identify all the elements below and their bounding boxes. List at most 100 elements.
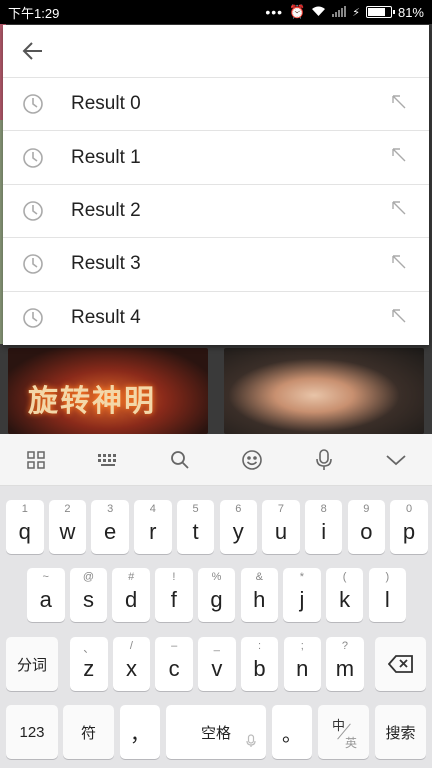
key-f[interactable]: ! f (155, 568, 193, 622)
grid-button[interactable] (12, 440, 60, 480)
battery-percent: 81% (397, 4, 424, 20)
key-n[interactable]: ; n (283, 637, 321, 691)
key-secondary-label: & (255, 571, 263, 583)
key-p[interactable]: 0p (390, 500, 428, 554)
signal-icon (332, 5, 347, 20)
result-label: Result 1 (71, 146, 141, 168)
key-main-label: k (339, 587, 351, 612)
key-secondary-label: 7 (277, 503, 284, 515)
key-i[interactable]: 8i (304, 500, 343, 554)
history-clock-icon (3, 307, 63, 329)
key-main-label: r (149, 519, 157, 544)
emoji-button[interactable] (228, 440, 276, 480)
key-main-label: z (83, 656, 95, 681)
key-main-label: t (192, 519, 199, 544)
history-clock-icon (3, 253, 63, 275)
charging-icon: ⚡ (352, 6, 360, 19)
fill-query-button[interactable] (369, 147, 429, 168)
thumbnail-caption: 旋转神明 (28, 384, 156, 419)
backspace-key[interactable] (375, 637, 426, 691)
keyboard-toolbar (0, 434, 432, 486)
key-d[interactable]: # d (112, 568, 150, 622)
result-row[interactable]: Result 0 (3, 78, 429, 132)
result-label: Result 4 (71, 307, 141, 329)
key-v[interactable]: _ v (198, 637, 236, 691)
key-secondary-label: ( (342, 571, 347, 583)
search-bar (3, 25, 429, 78)
lang-bottom-label: 英 (344, 736, 357, 750)
backspace-icon (387, 655, 413, 673)
key-a[interactable]: ~ a (27, 568, 65, 622)
key-z[interactable]: 、 z (70, 637, 108, 691)
key-s[interactable]: @ s (69, 568, 108, 622)
key-w[interactable]: 2w (48, 500, 87, 554)
key-o[interactable]: 9o (347, 500, 386, 554)
alarm-icon: ⏰ (289, 4, 306, 19)
dots-icon: ••• (265, 4, 284, 20)
key-m[interactable]: ? m (326, 637, 364, 691)
key-j[interactable]: * j (283, 568, 321, 622)
space-key[interactable]: 空格 (166, 705, 266, 759)
result-row[interactable]: Result 4 (3, 292, 429, 345)
symbol-key[interactable]: 符 (63, 705, 114, 759)
result-row[interactable]: Result 1 (3, 131, 429, 185)
history-clock-icon (3, 147, 63, 169)
key-k[interactable]: (k (325, 568, 364, 622)
key-secondary-label: 5 (192, 503, 199, 515)
key-y[interactable]: 6y (219, 500, 257, 554)
fill-query-button[interactable] (369, 308, 429, 329)
key-main-label: c (168, 656, 180, 681)
key-e[interactable]: 3e (91, 500, 129, 554)
key-secondary-label: 6 (235, 503, 242, 515)
symbol-label: 符 (80, 724, 96, 742)
fill-query-button[interactable] (369, 254, 429, 275)
key-secondary-label: % (211, 571, 222, 583)
search-tool-button[interactable] (156, 440, 204, 480)
key-main-label: p (402, 519, 416, 544)
key-main-label: m (335, 656, 355, 681)
key-c[interactable]: – c (155, 637, 193, 691)
period-key[interactable]: 。 (272, 705, 312, 759)
microphone-icon (246, 734, 256, 753)
fill-query-button[interactable] (369, 94, 429, 115)
keyboard-layout-button[interactable] (84, 440, 132, 480)
fenci-key[interactable]: 分词 (6, 637, 58, 691)
key-q[interactable]: 1q (6, 500, 44, 554)
battery-icon (365, 6, 395, 18)
key-u[interactable]: 7u (262, 500, 300, 554)
key-x[interactable]: / x (112, 637, 151, 691)
key-main-label: o (360, 519, 373, 544)
key-r[interactable]: 4r (134, 500, 172, 554)
key-g[interactable]: % g (197, 568, 236, 622)
language-switch-key[interactable]: 中英 (318, 705, 369, 759)
back-button[interactable] (3, 25, 63, 78)
arrow-up-left-icon (391, 200, 407, 221)
key-t[interactable]: 5t (176, 500, 215, 554)
key-l[interactable]: ) l (368, 568, 407, 622)
key-secondary-label: 3 (107, 503, 114, 515)
search-key[interactable]: 搜索 (375, 705, 426, 759)
key-main-label: x (125, 656, 137, 681)
key-main-label: q (18, 519, 31, 544)
key-secondary-label: * (299, 571, 305, 583)
key-secondary-label: ~ (42, 571, 49, 583)
number-mode-key[interactable]: 123 (6, 705, 58, 759)
key-b[interactable]: :b (240, 637, 279, 691)
key-h[interactable]: & h (240, 568, 278, 622)
result-row[interactable]: Result 3 (3, 238, 429, 292)
hide-keyboard-button[interactable] (372, 440, 420, 480)
key-secondary-label: 8 (320, 503, 327, 515)
key-secondary-label: 2 (64, 503, 71, 515)
arrow-left-icon (22, 42, 42, 60)
key-main-label: d (125, 587, 138, 612)
thumbnail-left[interactable]: 旋转神明 (8, 348, 208, 434)
fill-query-button[interactable] (369, 200, 429, 221)
comma-key[interactable]: ， (120, 705, 160, 759)
battery-fill (367, 8, 385, 16)
key-main-label: j (299, 587, 305, 612)
key-main-label: l (384, 587, 390, 612)
voice-button[interactable] (300, 440, 348, 480)
result-label: Result 2 (71, 199, 141, 221)
result-row[interactable]: Result 2 (3, 185, 429, 239)
thumbnail-right[interactable] (224, 348, 424, 434)
